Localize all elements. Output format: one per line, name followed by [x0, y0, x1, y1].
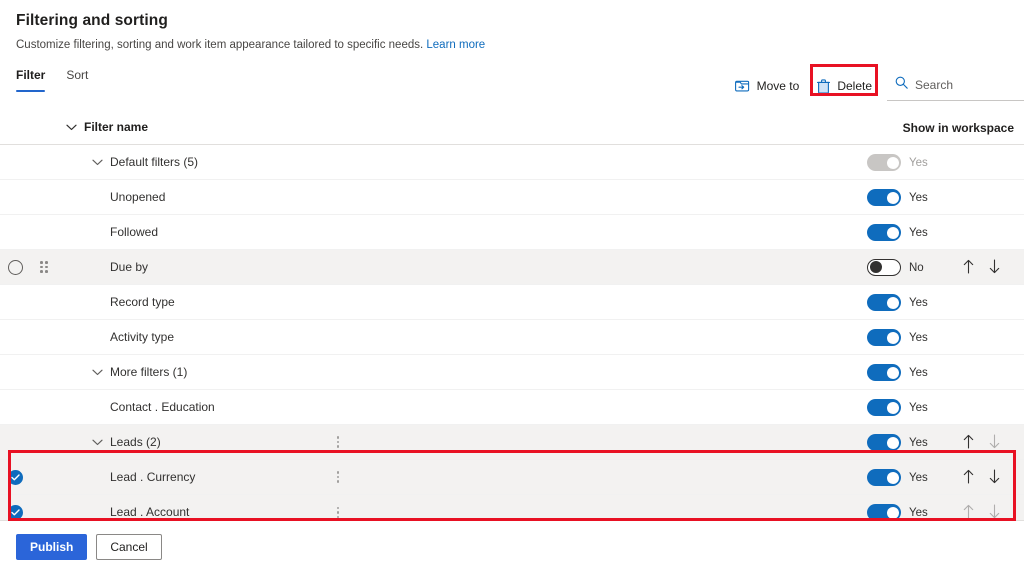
publish-button[interactable]: Publish: [16, 533, 88, 560]
filter-list: Filter name Show in workspace Default fi…: [0, 110, 1024, 530]
move-up-icon[interactable]: [962, 434, 975, 452]
tab-toolbar-bar: Filter Sort Move to Delete: [0, 68, 1024, 106]
table-row[interactable]: More filters (1) Yes: [0, 355, 1024, 390]
toggle-label: No: [909, 261, 924, 274]
toggle-label: Yes: [909, 296, 928, 309]
move-up-icon[interactable]: [962, 469, 975, 487]
table-row[interactable]: Leads (2) Yes: [0, 425, 1024, 460]
show-in-workspace-toggle[interactable]: [867, 189, 901, 206]
row-label: Unopened: [110, 189, 166, 204]
move-down-icon[interactable]: [988, 468, 1001, 487]
table-row[interactable]: Record type Yes: [0, 285, 1024, 320]
group-chevron-more-filters[interactable]: [84, 369, 110, 376]
table-row[interactable]: Activity type Yes: [0, 320, 1024, 355]
move-to-button[interactable]: Move to: [726, 74, 809, 98]
column-header-show-in-workspace: Show in workspace: [902, 120, 1014, 135]
row-label: Default filters (5): [110, 154, 199, 169]
row-checkbox-lead-account[interactable]: [0, 505, 30, 520]
move-down-icon: [988, 503, 1001, 522]
table-row[interactable]: Lead . Currency Yes: [0, 460, 1024, 495]
show-in-workspace-toggle[interactable]: [867, 294, 901, 311]
toggle-label: Yes: [909, 191, 928, 204]
page-title: Filtering and sorting: [16, 12, 168, 29]
move-down-icon[interactable]: [988, 258, 1001, 277]
learn-more-link[interactable]: Learn more: [426, 39, 485, 51]
row-label: Due by: [110, 259, 149, 274]
row-overflow-menu-icon[interactable]: [326, 506, 350, 519]
tab-strip: Filter Sort: [0, 68, 88, 92]
move-to-label: Move to: [756, 79, 800, 93]
move-up-icon[interactable]: [962, 259, 975, 277]
move-up-icon: [962, 504, 975, 522]
show-in-workspace-toggle[interactable]: [867, 224, 901, 241]
command-toolbar: Move to Delete: [726, 71, 1024, 101]
table-row[interactable]: Followed Yes: [0, 215, 1024, 250]
cancel-button[interactable]: Cancel: [96, 533, 162, 560]
toggle-label: Yes: [909, 471, 928, 484]
page-subtitle-text: Customize filtering, sorting and work it…: [16, 39, 424, 51]
search-input[interactable]: [915, 78, 1016, 92]
toggle-label: Yes: [909, 331, 928, 344]
tab-filter[interactable]: Filter: [16, 68, 46, 92]
column-header-filter-name: Filter name: [84, 119, 149, 134]
toggle-label: Yes: [909, 436, 928, 449]
group-chevron-leads[interactable]: [84, 439, 110, 446]
search-box[interactable]: [887, 71, 1024, 101]
table-row[interactable]: Default filters (5) Yes: [0, 145, 1024, 180]
delete-label: Delete: [837, 79, 872, 93]
row-label: Lead . Currency: [110, 469, 196, 484]
row-label: Leads (2): [110, 434, 161, 449]
show-in-workspace-toggle[interactable]: [867, 399, 901, 416]
move-down-icon: [988, 433, 1001, 452]
show-in-workspace-toggle[interactable]: [867, 434, 901, 451]
table-row[interactable]: Unopened Yes: [0, 180, 1024, 215]
row-label: Followed: [110, 224, 159, 239]
show-in-workspace-toggle[interactable]: [867, 259, 901, 276]
row-label: More filters (1): [110, 364, 188, 379]
show-in-workspace-toggle: [867, 154, 901, 171]
expand-all-chevron[interactable]: [58, 124, 84, 131]
page-header: Filtering and sorting Customize filterin…: [0, 0, 1024, 53]
tab-sort[interactable]: Sort: [66, 68, 88, 92]
toggle-label: Yes: [909, 156, 928, 169]
delete-button[interactable]: Delete: [808, 74, 881, 99]
row-label: Record type: [110, 294, 175, 309]
search-icon: [895, 76, 908, 94]
page-subtitle: Customize filtering, sorting and work it…: [16, 38, 1008, 53]
toggle-label: Yes: [909, 366, 928, 379]
row-label: Contact . Education: [110, 399, 215, 414]
row-overflow-menu-icon[interactable]: [326, 436, 350, 448]
group-chevron-default-filters[interactable]: [84, 159, 110, 166]
trash-icon: [817, 78, 831, 94]
toggle-label: Yes: [909, 506, 928, 519]
row-checkbox-due-by[interactable]: [0, 259, 30, 275]
row-label: Lead . Account: [110, 505, 190, 519]
show-in-workspace-toggle[interactable]: [867, 504, 901, 521]
table-row[interactable]: Contact . Education Yes: [0, 390, 1024, 425]
row-checkbox-lead-currency[interactable]: [0, 469, 30, 485]
footer-actions: Publish Cancel: [0, 520, 1024, 572]
show-in-workspace-toggle[interactable]: [867, 469, 901, 486]
row-label: Activity type: [110, 329, 175, 344]
toggle-label: Yes: [909, 401, 928, 414]
move-to-icon: [734, 79, 750, 93]
drag-handle-icon[interactable]: [30, 261, 58, 273]
row-overflow-menu-icon[interactable]: [326, 471, 350, 483]
show-in-workspace-toggle[interactable]: [867, 329, 901, 346]
table-row[interactable]: Due by No: [0, 250, 1024, 285]
toggle-label: Yes: [909, 226, 928, 239]
list-column-header: Filter name Show in workspace: [0, 110, 1024, 145]
show-in-workspace-toggle[interactable]: [867, 364, 901, 381]
